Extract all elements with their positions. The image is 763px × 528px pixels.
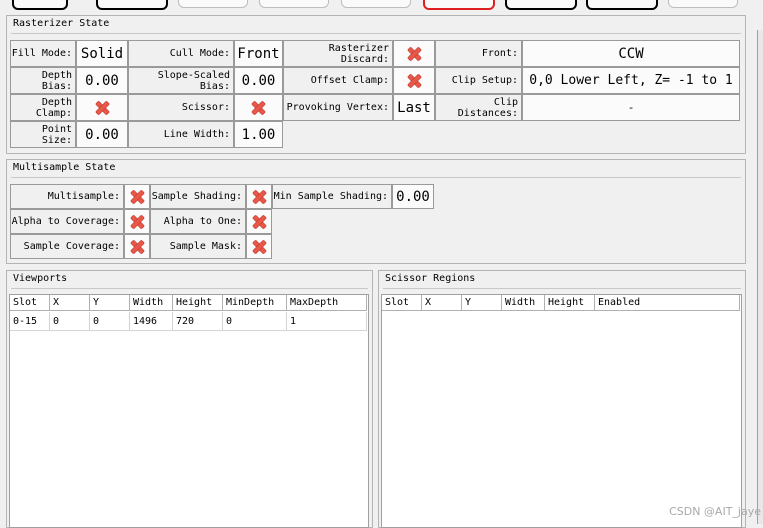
divider (11, 288, 368, 289)
fill-mode-value: Solid (76, 40, 128, 67)
column-header-y[interactable]: Y (90, 295, 130, 311)
fill-mode-label: Fill Mode: (10, 40, 76, 67)
pipeline-stage-button[interactable] (12, 0, 68, 10)
front-value: CCW (522, 40, 740, 67)
viewports-title: Viewports (13, 273, 68, 284)
rasterizer-discard-label: Rasterizer Discard: (283, 40, 393, 67)
cross-icon (131, 240, 144, 253)
column-header-slot[interactable]: Slot (10, 295, 50, 311)
viewports-table[interactable]: Slot X Y Width Height MinDepth MaxDepth … (9, 294, 369, 528)
line-width-label: Line Width: (128, 121, 234, 148)
table-cell[interactable]: 1 (287, 312, 367, 331)
sample-mask-label: Sample Mask: (150, 234, 246, 259)
column-header-width[interactable]: Width (130, 295, 173, 311)
multisample-value (124, 184, 150, 209)
clip-setup-label: Clip Setup: (435, 67, 522, 94)
pipeline-stage-button[interactable] (96, 0, 168, 10)
sample-mask-value (246, 234, 272, 259)
cross-icon (252, 101, 265, 114)
cross-icon (131, 190, 144, 203)
pipeline-stage-button[interactable] (668, 0, 738, 8)
scissor-regions-table[interactable]: Slot X Y Width Height Enabled (381, 294, 742, 528)
column-header-y[interactable]: Y (462, 295, 502, 311)
rasterizer-discard-value (393, 40, 435, 67)
provoking-vertex-value: Last (393, 94, 435, 121)
cross-icon (253, 215, 266, 228)
alpha-to-one-label: Alpha to One: (150, 209, 246, 234)
offset-clamp-value (393, 67, 435, 94)
table-cell[interactable]: 0 (223, 312, 287, 331)
sample-shading-value (246, 184, 272, 209)
cross-icon (253, 240, 266, 253)
alpha-to-coverage-value (124, 209, 150, 234)
depth-bias-value: 0.00 (76, 67, 128, 94)
scissor-value (234, 94, 283, 121)
pipeline-stage-button[interactable] (505, 0, 577, 10)
table-cell[interactable]: 720 (173, 312, 223, 331)
table-cell[interactable]: 0-15 (10, 312, 50, 331)
alpha-to-coverage-label: Alpha to Coverage: (10, 209, 124, 234)
pipeline-stage-button[interactable] (259, 0, 329, 8)
depth-clamp-label: Depth Clamp: (10, 94, 76, 121)
column-header-width[interactable]: Width (502, 295, 545, 311)
front-label: Front: (435, 40, 522, 67)
divider (383, 288, 741, 289)
divider (11, 33, 741, 34)
multisample-label: Multisample: (10, 184, 124, 209)
offset-clamp-label: Offset Clamp: (283, 67, 393, 94)
side-panel-edge (757, 30, 763, 524)
multisample-state-title: Multisample State (13, 162, 116, 173)
cross-icon (408, 74, 421, 87)
column-header-height[interactable]: Height (173, 295, 223, 311)
watermark: CSDN @AIT_jaye (669, 505, 761, 518)
min-sample-shading-value: 0.00 (392, 184, 434, 209)
scissor-regions-title: Scissor Regions (385, 273, 476, 284)
scissor-label: Scissor: (128, 94, 234, 121)
clip-distances-label: Clip Distances: (435, 94, 522, 121)
column-header-x[interactable]: X (422, 295, 462, 311)
column-header-height[interactable]: Height (545, 295, 595, 311)
column-header-slot[interactable]: Slot (382, 295, 422, 311)
cross-icon (253, 190, 266, 203)
alpha-to-one-value (246, 209, 272, 234)
table-cell[interactable]: 1496 (130, 312, 173, 331)
depth-clamp-value (76, 94, 128, 121)
cull-mode-value: Front (234, 40, 283, 67)
rasterizer-state-title: Rasterizer State (13, 18, 110, 29)
point-size-label: Point Size: (10, 121, 76, 148)
column-header-x[interactable]: X (50, 295, 90, 311)
pipeline-stage-button[interactable] (178, 0, 248, 8)
sample-shading-label: Sample Shading: (150, 184, 246, 209)
provoking-vertex-label: Provoking Vertex: (283, 94, 393, 121)
sample-coverage-label: Sample Coverage: (10, 234, 124, 259)
slope-scaled-bias-value: 0.00 (234, 67, 283, 94)
table-cell[interactable]: 0 (50, 312, 90, 331)
cross-icon (131, 215, 144, 228)
pipeline-stage-button-active[interactable] (423, 0, 495, 10)
min-sample-shading-label: Min Sample Shading: (272, 184, 392, 209)
pipeline-stage-button[interactable] (341, 0, 411, 8)
clip-setup-value: 0,0 Lower Left, Z= -1 to 1 (522, 67, 740, 94)
table-cell[interactable]: 0 (90, 312, 130, 331)
line-width-value: 1.00 (234, 121, 283, 148)
divider (11, 177, 741, 178)
cross-icon (96, 101, 109, 114)
column-header-maxdepth[interactable]: MaxDepth (287, 295, 367, 311)
clip-distances-value: - (522, 94, 740, 121)
cull-mode-label: Cull Mode: (128, 40, 234, 67)
column-header-mindepth[interactable]: MinDepth (223, 295, 287, 311)
pipeline-stage-button[interactable] (586, 0, 658, 10)
sample-coverage-value (124, 234, 150, 259)
column-header-enabled[interactable]: Enabled (595, 295, 740, 311)
slope-scaled-bias-label: Slope-Scaled Bias: (128, 67, 234, 94)
depth-bias-label: Depth Bias: (10, 67, 76, 94)
cross-icon (408, 47, 421, 60)
point-size-value: 0.00 (76, 121, 128, 148)
